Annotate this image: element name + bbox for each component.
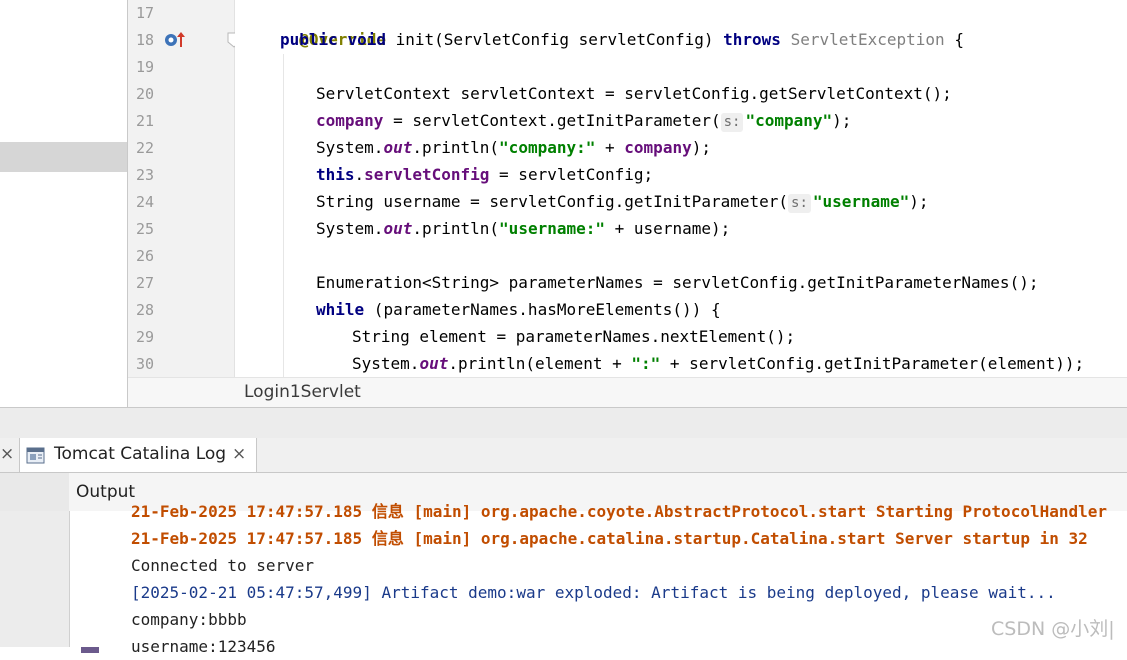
line-number: 22 — [136, 139, 155, 157]
string-literal: ":" — [631, 354, 661, 373]
code-text: ServletContext servletContext = servletC… — [316, 84, 952, 103]
keyword: this — [316, 165, 355, 184]
line-number: 21 — [136, 112, 155, 130]
console-line: Connected to server — [131, 556, 315, 575]
override-method-icon[interactable] — [164, 30, 186, 50]
console-line: 21-Feb-2025 17:47:57.185 信息 [main] org.a… — [131, 529, 1088, 548]
close-icon[interactable]: × — [232, 444, 246, 464]
code-text: .println( — [412, 219, 500, 238]
static-field: out — [419, 354, 449, 373]
code-line-29[interactable]: String element = parameterNames.nextElem… — [352, 323, 795, 350]
field-ref: servletConfig — [364, 165, 490, 184]
code-line-23[interactable]: this.servletConfig = servletConfig; — [316, 161, 653, 188]
code-text: + — [595, 138, 625, 157]
parameter-hint: s: — [788, 194, 811, 213]
code-text: + servletConfig.getInitParameter(element… — [660, 354, 1085, 373]
code-text: String username = servletConfig.getInitP… — [316, 192, 789, 211]
console-toolbar — [0, 511, 69, 647]
code-text: .println( — [412, 138, 500, 157]
watermark: CSDN @小刘| — [991, 618, 1115, 640]
line-number: 27 — [136, 274, 155, 292]
code-text: + username); — [605, 219, 731, 238]
line-number: 24 — [136, 193, 155, 211]
code-line-30[interactable]: System.out.println(element + ":" + servl… — [352, 350, 1084, 377]
line-number: 28 — [136, 301, 155, 319]
code-line-25[interactable]: System.out.println("username:" + usernam… — [316, 215, 730, 242]
code-text: = servletContext.getInitParameter( — [383, 111, 721, 130]
code-line-22[interactable]: System.out.println("company:" + company)… — [316, 134, 711, 161]
tool-window-tabs: × Tomcat Catalina Log × — [0, 438, 1127, 473]
code-line-27[interactable]: Enumeration<String> parameterNames = ser… — [316, 269, 1038, 296]
code-line-21[interactable]: company = servletContext.getInitParamete… — [316, 107, 851, 134]
panel-splitter[interactable] — [0, 407, 1127, 440]
parameter-hint: s: — [720, 113, 744, 132]
code-text: = servletConfig; — [489, 165, 654, 184]
project-panel-selected-row[interactable] — [0, 142, 127, 172]
project-panel-edge — [0, 0, 128, 407]
static-field: out — [383, 138, 413, 157]
console-clip-mask — [70, 473, 1127, 511]
breadcrumb-bar: Login1Servlet — [128, 377, 1127, 408]
code-text: String element = parameterNames.nextElem… — [352, 327, 796, 346]
line-number: 25 — [136, 220, 155, 238]
code-text: System. — [316, 219, 384, 238]
static-field: out — [383, 219, 413, 238]
line-number: 23 — [136, 166, 155, 184]
code-text: ); — [691, 138, 711, 157]
field-ref: company — [316, 111, 384, 130]
line-number: 18 — [136, 31, 155, 49]
line-number: 26 — [136, 247, 155, 265]
code-text: .println(element + — [448, 354, 632, 373]
console-line: [2025-02-21 05:47:57,499] Artifact demo:… — [131, 583, 1056, 602]
keyword: void — [347, 30, 386, 49]
keyword: while — [316, 300, 365, 319]
console-line: company:bbbb — [131, 610, 247, 629]
tomcat-log-icon — [26, 447, 45, 464]
code-text: ); — [909, 192, 929, 211]
keyword: throws — [723, 30, 781, 49]
tab-label: Tomcat Catalina Log — [54, 444, 227, 464]
line-number: 29 — [136, 328, 155, 346]
code-line-28[interactable]: while (parameterNames.hasMoreElements())… — [316, 296, 721, 323]
code-line-18[interactable]: public void init(ServletConfig servletCo… — [280, 26, 964, 53]
string-literal: "company:" — [499, 138, 596, 157]
string-literal: "username" — [812, 192, 910, 211]
code-text: System. — [352, 354, 420, 373]
line-number: 30 — [136, 355, 155, 373]
tab-tomcat-catalina-log[interactable]: Tomcat Catalina Log × — [19, 438, 257, 472]
string-literal: "company" — [745, 111, 833, 130]
code-text: (parameterNames.hasMoreElements()) { — [364, 300, 721, 319]
close-icon[interactable]: × — [0, 444, 14, 464]
keyword: public — [280, 30, 338, 49]
code-text: ); — [832, 111, 852, 130]
code-text: { — [944, 30, 964, 49]
indent-guide — [283, 54, 284, 377]
line-number: 19 — [136, 58, 155, 76]
line-number: 20 — [136, 85, 155, 103]
code-line-24[interactable]: String username = servletConfig.getInitP… — [316, 188, 928, 215]
string-literal: "username:" — [499, 219, 606, 238]
code-text: System. — [316, 138, 384, 157]
field-ref: company — [624, 138, 692, 157]
code-text: Enumeration<String> parameterNames = ser… — [316, 273, 1039, 292]
breadcrumb[interactable]: Login1Servlet — [244, 382, 361, 402]
line-number: 17 — [136, 4, 155, 22]
code-text: init(ServletConfig servletConfig) — [385, 30, 724, 49]
exception-type: ServletException — [790, 30, 945, 49]
code-text: . — [354, 165, 365, 184]
code-line-20[interactable]: ServletContext servletContext = servletC… — [316, 80, 952, 107]
server-tree-edge — [0, 473, 69, 511]
